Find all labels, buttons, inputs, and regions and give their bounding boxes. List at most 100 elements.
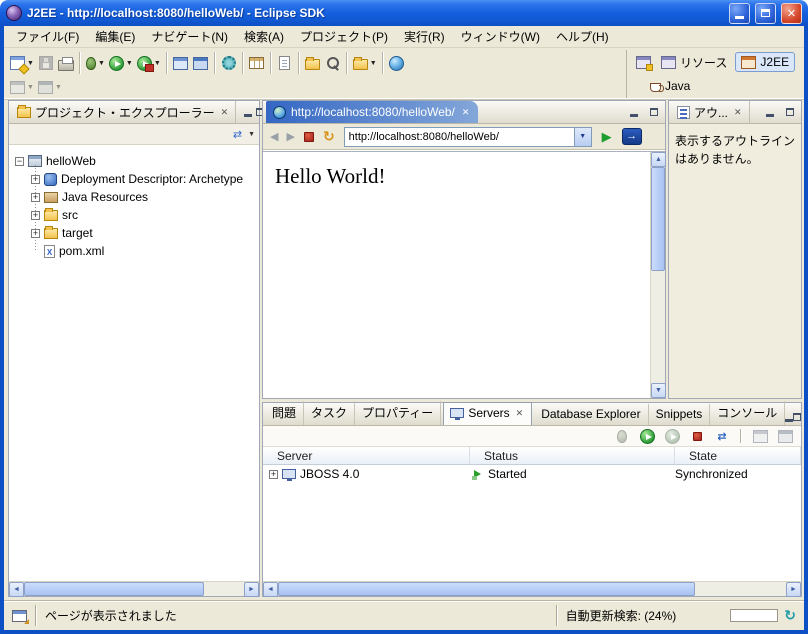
editor-maximize-button[interactable] [646, 104, 662, 120]
url-dropdown-button[interactable]: ▼ [574, 128, 591, 146]
auto-refresh-button[interactable]: ↻ [784, 607, 796, 624]
fast-view-icon[interactable] [12, 610, 27, 622]
eclipse-logo-icon[interactable] [6, 5, 22, 21]
horizontal-scrollbar[interactable]: ◄ ► [263, 581, 801, 596]
open-resource-button[interactable] [303, 51, 323, 75]
scroll-right-button[interactable]: ► [244, 582, 259, 597]
scrollbar-thumb[interactable] [278, 582, 695, 596]
menu-item-file[interactable]: ファイル(F) [8, 25, 87, 48]
close-icon[interactable]: ✕ [460, 107, 472, 118]
project-explorer-tab[interactable]: プロジェクト・エクスプローラー ✕ [12, 101, 236, 123]
scrollbar-thumb[interactable] [651, 167, 665, 271]
view-maximize-button[interactable] [793, 409, 801, 425]
tab-problems[interactable]: 問題 [265, 401, 304, 425]
server-view-button-1[interactable] [750, 424, 770, 448]
database-table-button[interactable] [247, 51, 267, 75]
close-icon[interactable]: ✕ [514, 408, 526, 419]
tree-item-src[interactable]: + src [9, 206, 259, 224]
tree-item-java-resources[interactable]: + Java Resources [9, 188, 259, 206]
profile-server-button[interactable] [662, 424, 682, 448]
scroll-left-button[interactable]: ◄ [263, 582, 278, 597]
expand-toggle-icon[interactable]: + [31, 193, 40, 202]
outline-tab[interactable]: アウ... ✕ [672, 101, 750, 123]
perspective-java-button[interactable]: Java [645, 77, 695, 95]
refresh-button[interactable]: ↻ [320, 128, 338, 145]
menu-item-window[interactable]: ウィンドウ(W) [453, 25, 548, 48]
menu-item-help[interactable]: ヘルプ(H) [548, 25, 617, 48]
forward-button[interactable]: ▶ [283, 130, 297, 143]
collapse-toggle-icon[interactable]: − [15, 157, 24, 166]
scroll-right-button[interactable]: ► [786, 582, 801, 597]
browser-tab[interactable]: http://localhost:8080/helloWeb/ ✕ [266, 101, 478, 123]
go-button[interactable]: ▶ [598, 129, 616, 145]
expand-toggle-icon[interactable]: + [269, 470, 278, 479]
tree-item-target[interactable]: + target [9, 224, 259, 242]
tab-properties[interactable]: プロパティー [355, 401, 441, 425]
back-button[interactable]: ◀ [267, 130, 281, 143]
table-row[interactable]: + JBOSS 4.0 Started Synchronized [263, 465, 801, 483]
fast-view-button-1[interactable]: ▼ [8, 76, 36, 100]
menu-item-project[interactable]: プロジェクト(P) [292, 25, 396, 48]
new-servlet-button[interactable] [171, 51, 191, 75]
web-browser-button[interactable] [387, 51, 407, 75]
menu-item-navigate[interactable]: ナビゲート(N) [143, 25, 236, 48]
tree-item-helloweb[interactable]: − helloWeb [9, 152, 259, 170]
run-button[interactable]: ▼ [107, 51, 135, 75]
search-button[interactable] [323, 51, 343, 75]
print-button[interactable] [56, 51, 76, 75]
monitor-button[interactable]: → [622, 128, 642, 145]
tab-servers[interactable]: Servers ✕ [443, 402, 532, 425]
vertical-scrollbar[interactable]: ▲ ▼ [650, 152, 665, 398]
close-icon[interactable]: ✕ [732, 107, 744, 118]
debug-server-button[interactable] [612, 424, 632, 448]
tab-snippets[interactable]: Snippets [649, 404, 711, 425]
view-minimize-button[interactable] [244, 104, 252, 120]
scroll-left-button[interactable]: ◄ [9, 582, 24, 597]
perspective-j2ee-button[interactable]: J2EE [735, 52, 795, 72]
view-minimize-button[interactable] [785, 409, 793, 425]
expand-toggle-icon[interactable]: + [31, 175, 40, 184]
minimize-button[interactable] [729, 3, 750, 24]
horizontal-scrollbar[interactable]: ◄ ► [9, 581, 259, 596]
external-tools-button[interactable]: ▼ [135, 51, 163, 75]
server-view-button-2[interactable] [775, 424, 795, 448]
open-perspective-button[interactable] [633, 50, 653, 74]
link-with-editor-icon[interactable]: ⇄ [233, 128, 242, 141]
menu-item-edit[interactable]: 編集(E) [87, 25, 143, 48]
column-header-state[interactable]: State [675, 447, 801, 464]
snippet-document-button[interactable] [275, 51, 295, 75]
scroll-up-button[interactable]: ▲ [651, 152, 666, 167]
tree-item-deployment-descriptor[interactable]: + Deployment Descriptor: Archetype [9, 170, 259, 188]
menu-item-run[interactable]: 実行(R) [396, 25, 453, 48]
expand-toggle-icon[interactable]: + [31, 229, 40, 238]
maximize-button[interactable] [755, 3, 776, 24]
view-minimize-button[interactable] [762, 104, 778, 120]
scrollbar-thumb[interactable] [24, 582, 204, 596]
column-header-status[interactable]: Status [470, 447, 675, 464]
column-header-server[interactable]: Server [263, 447, 470, 464]
view-maximize-button[interactable] [782, 104, 798, 120]
menu-item-search[interactable]: 検索(A) [236, 25, 292, 48]
tab-tasks[interactable]: タスク [304, 401, 355, 425]
new-web-component-button[interactable] [191, 51, 211, 75]
save-button[interactable] [36, 51, 56, 75]
view-menu-icon[interactable]: ▼ [248, 131, 255, 138]
expand-toggle-icon[interactable]: + [31, 211, 40, 220]
start-server-button[interactable] [637, 424, 657, 448]
tab-console[interactable]: コンソール [710, 401, 785, 425]
debug-button[interactable]: ▼ [84, 51, 107, 75]
close-button[interactable]: ✕ [781, 3, 802, 24]
url-input[interactable] [345, 128, 574, 146]
perspective-resource-button[interactable]: リソース [656, 52, 732, 73]
tab-database-explorer[interactable]: Database Explorer [534, 404, 648, 425]
fast-view-button-2[interactable]: ▼ [36, 76, 64, 100]
stop-button[interactable] [304, 132, 314, 142]
publish-button[interactable]: ⇄ [712, 424, 732, 448]
editor-minimize-button[interactable] [626, 104, 642, 120]
tree-item-pom-xml[interactable]: pom.xml [9, 242, 259, 260]
web-service-wizard-button[interactable] [219, 51, 239, 75]
scroll-down-button[interactable]: ▼ [651, 383, 666, 398]
close-icon[interactable]: ✕ [219, 107, 231, 118]
folder-menu-button[interactable]: ▼ [351, 51, 379, 75]
stop-server-button[interactable] [687, 424, 707, 448]
